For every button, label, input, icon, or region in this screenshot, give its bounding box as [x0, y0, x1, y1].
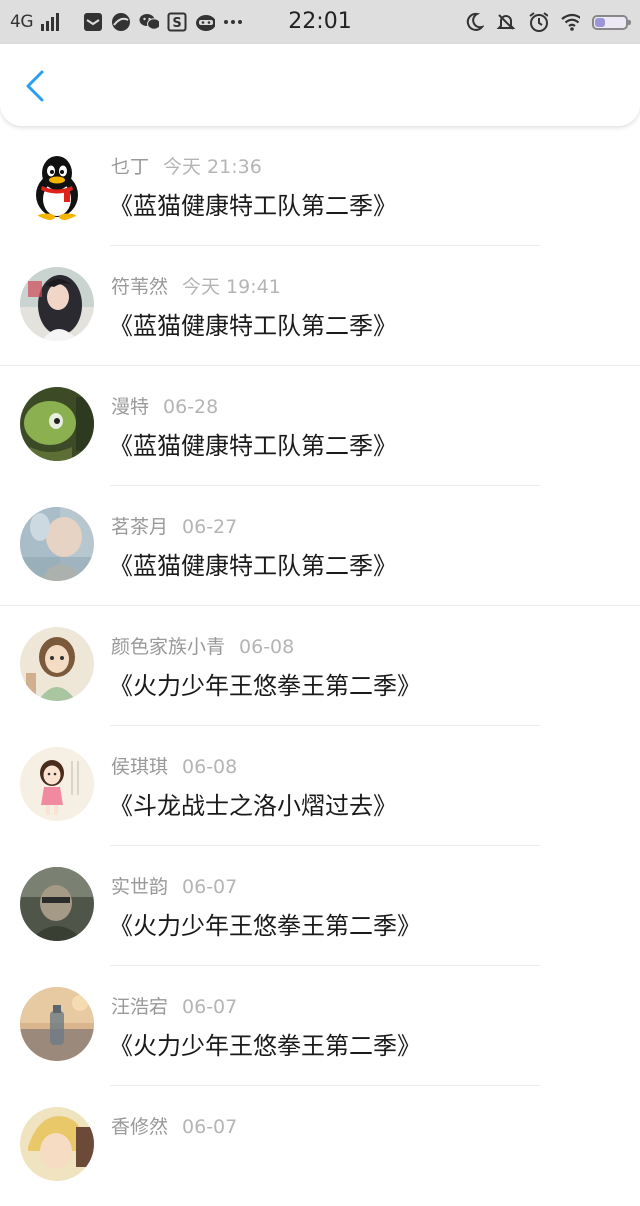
bell-off-icon: [496, 12, 516, 32]
sender-name: 汪浩宕: [111, 996, 169, 1018]
list-item[interactable]: 茗茶月 06-27 《蓝猫健康特工队第二季》: [0, 486, 640, 606]
message-title: 《火力少年王悠拳王第二季》: [109, 912, 421, 940]
message-title: 《蓝猫健康特工队第二季》: [109, 552, 397, 580]
avatar: [20, 387, 94, 461]
message-meta: 侯琪琪 06-08: [111, 752, 237, 779]
message-date: 06-07: [182, 996, 238, 1018]
message-meta: 茗茶月 06-27: [111, 512, 237, 539]
avatar: [20, 987, 94, 1061]
message-date: 06-27: [182, 516, 238, 538]
avatar: [20, 1107, 94, 1181]
message-date: 06-28: [163, 396, 219, 418]
message-title: 《蓝猫健康特工队第二季》: [109, 432, 397, 460]
message-title: 《火力少年王悠拳王第二季》: [109, 672, 421, 700]
alarm-icon: [528, 12, 548, 32]
list-item[interactable]: 符苇然 今天 19:41 《蓝猫健康特工队第二季》: [0, 246, 640, 366]
message-date: 今天 21:36: [163, 156, 262, 178]
battery-icon: [592, 14, 631, 30]
list-item[interactable]: 颜色家族小青 06-08 《火力少年王悠拳王第二季》: [0, 606, 640, 726]
sender-name: 侯琪琪: [111, 756, 169, 778]
avatar: [20, 747, 94, 821]
message-meta: 香修然 06-07: [111, 1112, 237, 1139]
avatar: [20, 267, 94, 341]
message-meta: 汪浩宕 06-07: [111, 992, 237, 1019]
sender-name: 香修然: [111, 1116, 169, 1138]
message-meta: 乜丁 今天 21:36: [111, 152, 262, 179]
message-title: 《蓝猫健康特工队第二季》: [109, 192, 397, 220]
list-item[interactable]: 漫特 06-28 《蓝猫健康特工队第二季》: [0, 366, 640, 486]
avatar: [20, 867, 94, 941]
nav-bar: [0, 44, 640, 126]
sender-name: 符苇然: [111, 276, 169, 298]
message-date: 06-07: [182, 1116, 238, 1138]
sender-name: 颜色家族小青: [111, 636, 226, 658]
moon-icon: [464, 12, 484, 32]
message-title: 《斗龙战士之洛小熠过去》: [109, 792, 397, 820]
message-date: 06-08: [182, 756, 238, 778]
message-meta: 漫特 06-28: [111, 392, 218, 419]
message-meta: 颜色家族小青 06-08: [111, 632, 294, 659]
list-item[interactable]: 乜丁 今天 21:36 《蓝猫健康特工队第二季》: [0, 126, 640, 246]
message-date: 06-07: [182, 876, 238, 898]
message-title: 《蓝猫健康特工队第二季》: [109, 312, 397, 340]
status-right: [464, 0, 631, 44]
chevron-left-icon: [26, 70, 44, 102]
avatar: [20, 507, 94, 581]
sender-name: 实世韵: [111, 876, 169, 898]
list-item[interactable]: 侯琪琪 06-08 《斗龙战士之洛小熠过去》: [0, 726, 640, 846]
list-item[interactable]: 汪浩宕 06-07 《火力少年王悠拳王第二季》: [0, 966, 640, 1086]
avatar: [20, 627, 94, 701]
sender-name: 乜丁: [111, 156, 150, 178]
message-meta: 实世韵 06-07: [111, 872, 237, 899]
message-list: 乜丁 今天 21:36 《蓝猫健康特工队第二季》 符苇然 今天 19:41 《蓝猫健…: [0, 126, 640, 1206]
status-bar: 4G S 22:01: [0, 0, 640, 44]
message-meta: 符苇然 今天 19:41: [111, 272, 281, 299]
list-item[interactable]: 香修然 06-07: [0, 1086, 640, 1206]
back-button[interactable]: [18, 66, 54, 106]
list-item[interactable]: 实世韵 06-07 《火力少年王悠拳王第二季》: [0, 846, 640, 966]
message-date: 06-08: [239, 636, 295, 658]
avatar: [20, 147, 94, 221]
wifi-icon: [560, 12, 580, 32]
sender-name: 茗茶月: [111, 516, 169, 538]
message-date: 今天 19:41: [182, 276, 281, 298]
message-title: 《火力少年王悠拳王第二季》: [109, 1032, 421, 1060]
sender-name: 漫特: [111, 396, 150, 418]
